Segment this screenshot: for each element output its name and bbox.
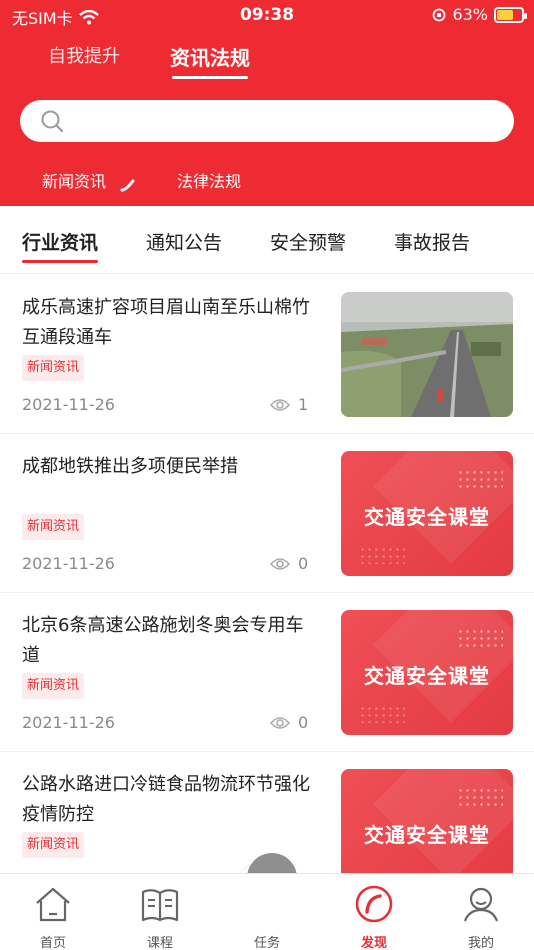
tab-label: 事故报告 bbox=[394, 232, 471, 254]
nav-label: 首页 bbox=[39, 936, 66, 950]
sub-tab-news[interactable]: 新闻资讯 bbox=[42, 168, 106, 192]
news-title: 成乐高速扩容项目眉山南至乐山棉竹互通段通车 bbox=[22, 297, 310, 348]
search-bar[interactable] bbox=[20, 100, 514, 142]
thumb-dots bbox=[457, 628, 503, 648]
nav-label: 我的 bbox=[467, 936, 494, 950]
active-tab-indicator bbox=[22, 260, 99, 263]
thumb-dots bbox=[359, 705, 405, 723]
nav-profile[interactable]: 我的 bbox=[441, 874, 521, 950]
news-tag: 新闻资讯 bbox=[22, 832, 85, 858]
orientation-lock-icon bbox=[433, 8, 446, 21]
news-tag: 新闻资讯 bbox=[22, 673, 85, 699]
news-tag: 新闻资讯 bbox=[22, 514, 85, 540]
sub-tab-laws[interactable]: 法律法规 bbox=[177, 168, 241, 192]
app-screen: 无SIM卡 09:38 63% 自我提升 资讯法规 新闻资讯 法律法规 行业资讯… bbox=[0, 0, 534, 950]
eye-icon bbox=[270, 398, 290, 411]
view-count-value: 0 bbox=[298, 554, 309, 573]
nav-label: 发现 bbox=[360, 936, 387, 950]
compass-icon bbox=[355, 885, 393, 923]
tab-label: 通知公告 bbox=[146, 232, 223, 254]
tab-label: 行业资讯 bbox=[22, 232, 99, 254]
news-item[interactable]: 成乐高速扩容项目眉山南至乐山棉竹互通段通车 新闻资讯 2021-11-26 1 bbox=[0, 275, 534, 434]
view-count: 1 bbox=[270, 395, 308, 414]
home-icon bbox=[36, 887, 70, 922]
news-date: 2021-11-26 bbox=[22, 713, 115, 732]
news-title: 成都地铁推出多项便民举措 bbox=[22, 456, 238, 477]
view-count: 0 bbox=[270, 554, 308, 573]
news-date: 2021-11-26 bbox=[22, 554, 115, 573]
eye-icon bbox=[270, 557, 290, 570]
news-thumbnail-highway bbox=[341, 292, 513, 417]
thumb-brand-text: 交通安全课堂 bbox=[364, 823, 490, 847]
tab-label: 安全预警 bbox=[270, 232, 347, 254]
news-thumbnail: 交通安全课堂 bbox=[341, 451, 513, 576]
thumb-brand-text: 交通安全课堂 bbox=[364, 664, 490, 688]
top-tabs: 自我提升 资讯法规 bbox=[0, 42, 534, 82]
news-date: 2021-11-26 bbox=[22, 395, 115, 414]
active-tab-indicator bbox=[172, 76, 248, 79]
tab-label: 资讯法规 bbox=[170, 46, 250, 70]
tab-self-improvement[interactable]: 自我提升 bbox=[48, 42, 120, 68]
thumb-dots bbox=[359, 546, 405, 564]
news-item[interactable]: 北京6条高速公路施划冬奥会专用车道 新闻资讯 2021-11-26 0 交通安全… bbox=[0, 593, 534, 752]
view-count: 0 bbox=[270, 713, 308, 732]
nav-tasks[interactable]: 任务 bbox=[227, 874, 307, 950]
thumb-dots bbox=[457, 469, 503, 489]
search-input[interactable] bbox=[76, 106, 496, 136]
active-sub-tab-mark bbox=[120, 179, 135, 192]
news-title: 公路水路进口冷链食品物流环节强化疫情防控 bbox=[22, 774, 310, 825]
sub-tabs: 新闻资讯 法律法规 bbox=[0, 168, 534, 198]
bottom-tab-bar: 首页 课程 任务 发现 我的 bbox=[0, 873, 534, 950]
battery-icon bbox=[494, 6, 527, 23]
news-list: 成乐高速扩容项目眉山南至乐山棉竹互通段通车 新闻资讯 2021-11-26 1 bbox=[0, 275, 534, 911]
news-thumbnail: 交通安全课堂 bbox=[341, 610, 513, 735]
tab-label: 自我提升 bbox=[48, 46, 120, 67]
battery-fill bbox=[497, 9, 514, 20]
thumb-dots bbox=[457, 787, 503, 807]
battery-percent: 63% bbox=[452, 5, 488, 24]
clipboard-icon bbox=[256, 876, 278, 905]
search-icon bbox=[41, 110, 64, 133]
nav-home[interactable]: 首页 bbox=[13, 874, 93, 950]
nav-courses[interactable]: 课程 bbox=[120, 874, 200, 950]
view-count-value: 0 bbox=[298, 713, 309, 732]
status-bar: 无SIM卡 09:38 63% bbox=[0, 0, 534, 32]
tab-safety-alerts[interactable]: 安全预警 bbox=[270, 228, 346, 255]
news-item[interactable]: 成都地铁推出多项便民举措 新闻资讯 2021-11-26 0 交通安全课堂 bbox=[0, 434, 534, 593]
category-tabs: 行业资讯 通知公告 安全预警 事故报告 bbox=[0, 206, 534, 274]
eye-icon bbox=[270, 716, 290, 729]
news-title: 北京6条高速公路施划冬奥会专用车道 bbox=[22, 615, 304, 666]
tab-news-regulations[interactable]: 资讯法规 bbox=[170, 42, 250, 79]
tab-notices[interactable]: 通知公告 bbox=[146, 228, 222, 255]
tab-industry-news[interactable]: 行业资讯 bbox=[22, 228, 99, 263]
book-icon bbox=[141, 889, 179, 922]
nav-discover[interactable]: 发现 bbox=[334, 874, 414, 950]
tab-accident-reports[interactable]: 事故报告 bbox=[394, 228, 470, 255]
view-count-value: 1 bbox=[298, 395, 309, 414]
thumb-brand-text: 交通安全课堂 bbox=[364, 505, 490, 529]
nav-label: 课程 bbox=[146, 936, 173, 950]
user-icon bbox=[463, 887, 499, 922]
battery-group: 63% bbox=[432, 5, 527, 24]
news-tag: 新闻资讯 bbox=[22, 355, 85, 381]
nav-label: 任务 bbox=[253, 936, 280, 950]
highway-photo bbox=[341, 292, 513, 417]
header: 无SIM卡 09:38 63% 自我提升 资讯法规 新闻资讯 法律法规 bbox=[0, 0, 534, 206]
